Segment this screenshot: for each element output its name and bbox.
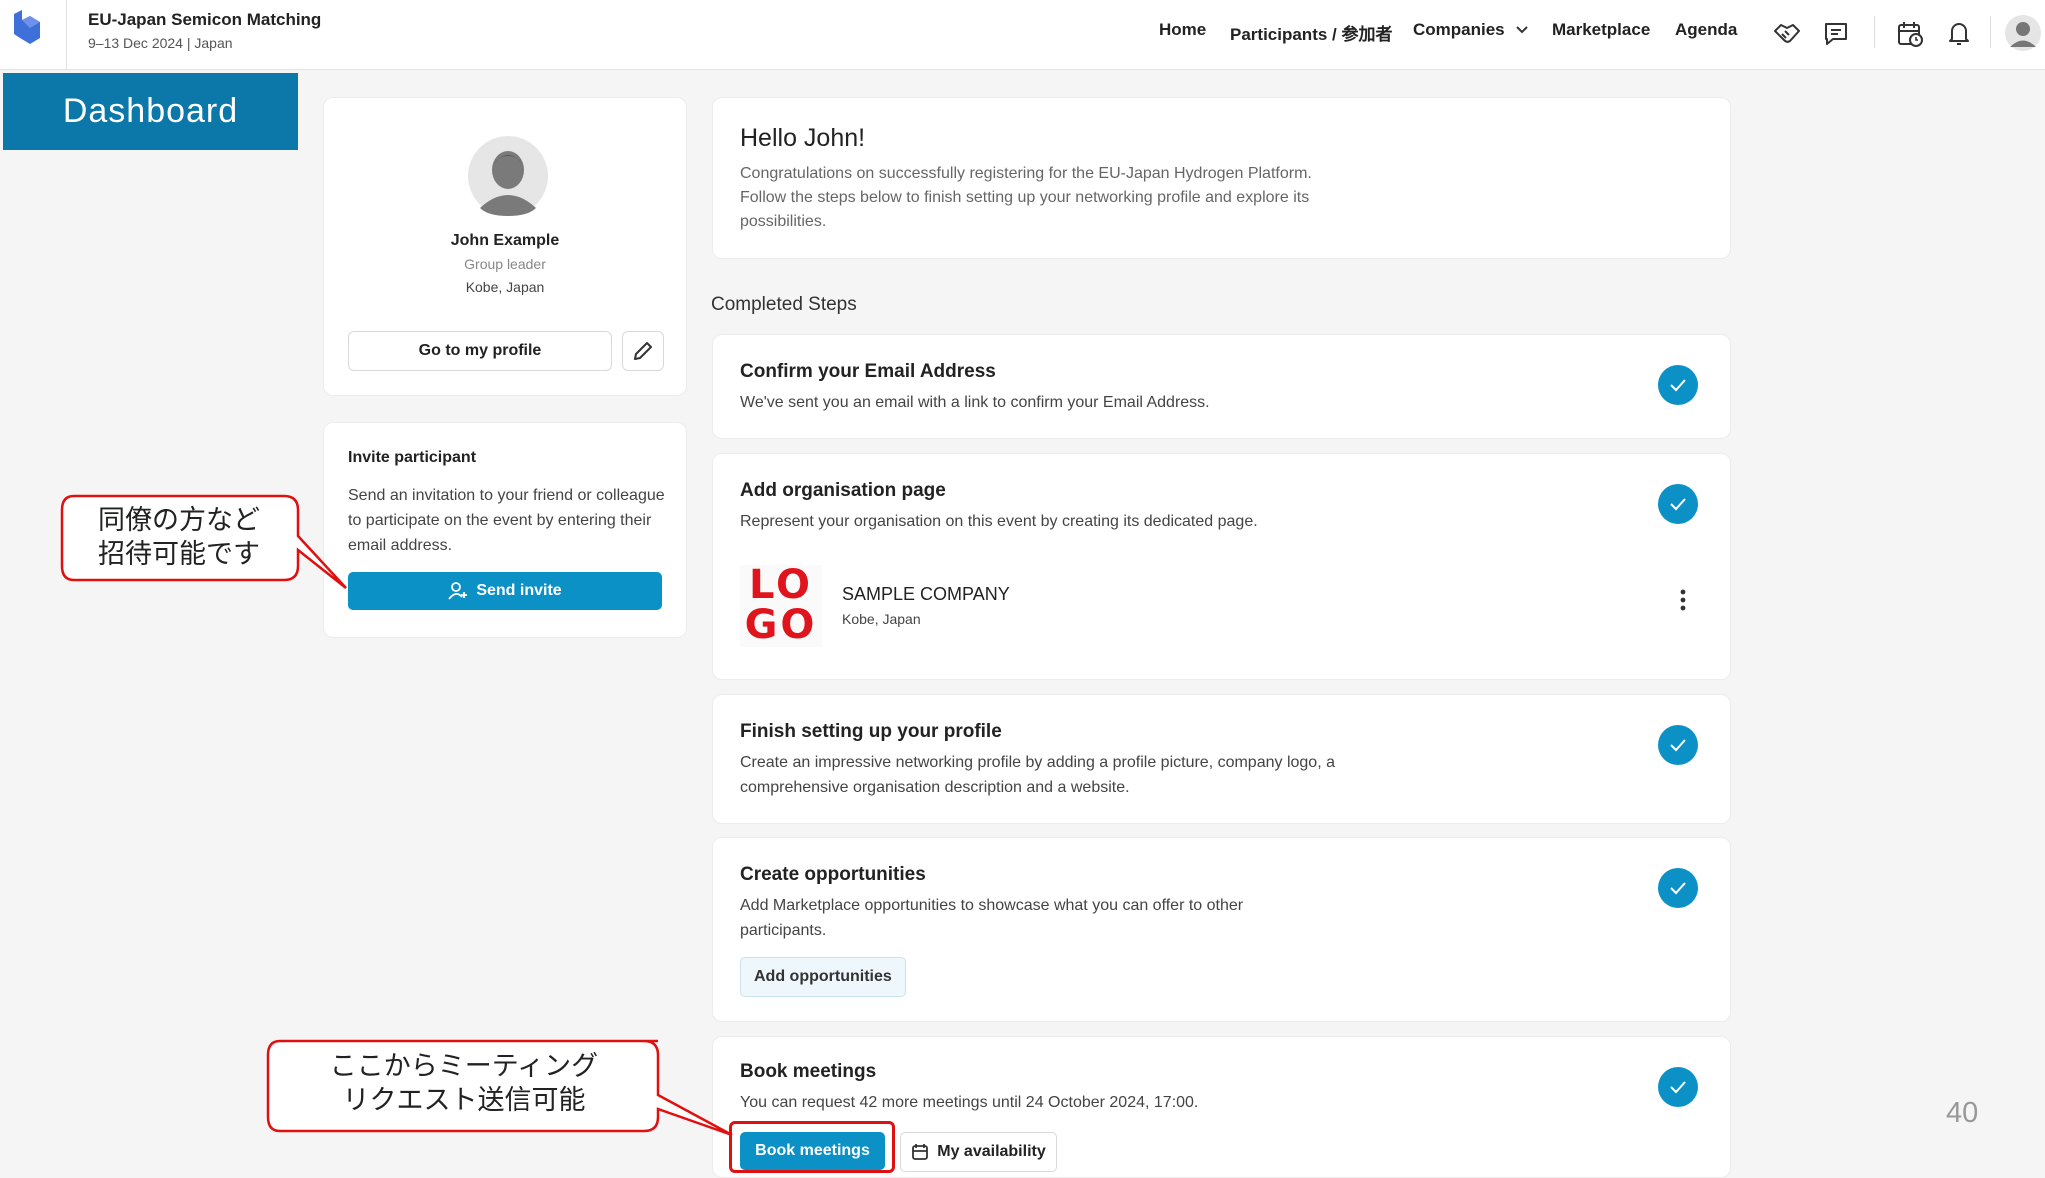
nav-home[interactable]: Home	[1159, 20, 1206, 40]
app-logo-icon	[14, 10, 40, 44]
step-title: Book meetings	[740, 1061, 877, 1082]
step-description: Represent your organisation on this even…	[740, 513, 1258, 530]
callout-line: 招待可能です	[98, 539, 260, 570]
header-divider	[1874, 16, 1875, 48]
send-invite-button[interactable]: Send invite	[348, 572, 662, 610]
step-add-organisation: Add organisation page Represent your org…	[712, 453, 1731, 680]
check-icon	[1658, 365, 1698, 405]
invite-callout-text: 同僚の方など 招待可能です	[72, 504, 286, 572]
profile-role: Group leader	[464, 256, 546, 272]
company-logo: LO GO	[740, 565, 822, 647]
my-availability-label: My availability	[937, 1143, 1046, 1160]
bell-icon[interactable]	[1942, 16, 1976, 50]
nav-marketplace[interactable]: Marketplace	[1552, 20, 1650, 40]
callout-line: ここからミーティング	[329, 1051, 599, 1082]
chat-icon[interactable]	[1819, 16, 1853, 50]
event-subtitle: 9–13 Dec 2024 | Japan	[88, 35, 233, 51]
step-title: Confirm your Email Address	[740, 361, 996, 382]
add-opportunities-button[interactable]: Add opportunities	[740, 957, 906, 997]
profile-location: Kobe, Japan	[465, 279, 545, 295]
user-avatar[interactable]	[2004, 14, 2042, 52]
check-icon	[1658, 484, 1698, 524]
step-finish-profile: Finish setting up your profile Create an…	[712, 694, 1731, 824]
edit-profile-button[interactable]	[622, 331, 664, 371]
step-title: Finish setting up your profile	[740, 721, 1002, 742]
invite-description: Send an invitation to your friend or col…	[348, 487, 665, 554]
event-title: EU-Japan Semicon Matching	[88, 10, 322, 29]
add-user-icon	[448, 582, 468, 600]
check-icon	[1658, 1067, 1698, 1107]
step-confirm-email: Confirm your Email Address We've sent yo…	[712, 334, 1731, 439]
check-icon	[1658, 725, 1698, 765]
welcome-card: Hello John! Congratulations on successfu…	[712, 97, 1731, 259]
step-description: Add Marketplace opportunities to showcas…	[740, 897, 1244, 939]
dashboard-label: Dashboard	[3, 73, 298, 150]
calendar-icon	[912, 1144, 929, 1160]
pencil-icon	[634, 342, 652, 360]
nav-participants[interactable]: Participants / 参加者	[1230, 20, 1392, 45]
step-description: We've sent you an email with a link to c…	[740, 394, 1210, 411]
more-options-icon[interactable]	[1680, 589, 1686, 611]
welcome-title: Hello John!	[740, 124, 866, 152]
callout-line: リクエスト送信可能	[342, 1085, 586, 1116]
step-create-opportunities: Create opportunities Add Marketplace opp…	[712, 837, 1731, 1022]
completed-steps-title: Completed Steps	[711, 294, 857, 315]
check-icon	[1658, 868, 1698, 908]
go-to-profile-button[interactable]: Go to my profile	[348, 331, 612, 371]
profile-card: John Example Group leader Kobe, Japan Go…	[323, 97, 687, 396]
top-navigation-bar: EU-Japan Semicon Matching 9–13 Dec 2024 …	[0, 0, 2045, 70]
profile-name: John Example	[450, 232, 560, 249]
send-invite-label: Send invite	[476, 582, 562, 599]
calendar-clock-icon[interactable]	[1893, 16, 1927, 50]
invite-title: Invite participant	[348, 449, 477, 466]
chevron-down-icon	[1516, 26, 1529, 34]
step-title: Create opportunities	[740, 864, 926, 885]
book-callout-text: ここからミーティング リクエスト送信可能	[270, 1050, 658, 1118]
step-title: Add organisation page	[740, 480, 946, 501]
callout-line: 同僚の方など	[98, 505, 260, 536]
nav-companies[interactable]: Companies	[1413, 20, 1529, 40]
welcome-text: Congratulations on successfully register…	[740, 165, 1312, 230]
company-location: Kobe, Japan	[842, 611, 921, 627]
app-logo[interactable]	[0, 0, 67, 69]
profile-avatar	[468, 136, 548, 216]
book-meetings-highlight	[729, 1121, 895, 1173]
nav-companies-label: Companies	[1413, 20, 1505, 39]
header-divider	[1990, 16, 1991, 48]
invite-card: Invite participant Send an invitation to…	[323, 422, 687, 638]
handshake-icon[interactable]	[1770, 16, 1804, 50]
my-availability-button[interactable]: My availability	[900, 1132, 1057, 1172]
step-description: Create an impressive networking profile …	[740, 754, 1335, 796]
company-logo-line2: GO	[744, 602, 818, 648]
page-number: 40	[1946, 1097, 1979, 1129]
company-name[interactable]: SAMPLE COMPANY	[842, 584, 1010, 605]
company-logo-line1: LO	[748, 562, 814, 608]
step-description: You can request 42 more meetings until 2…	[740, 1094, 1199, 1111]
nav-agenda[interactable]: Agenda	[1675, 20, 1737, 40]
